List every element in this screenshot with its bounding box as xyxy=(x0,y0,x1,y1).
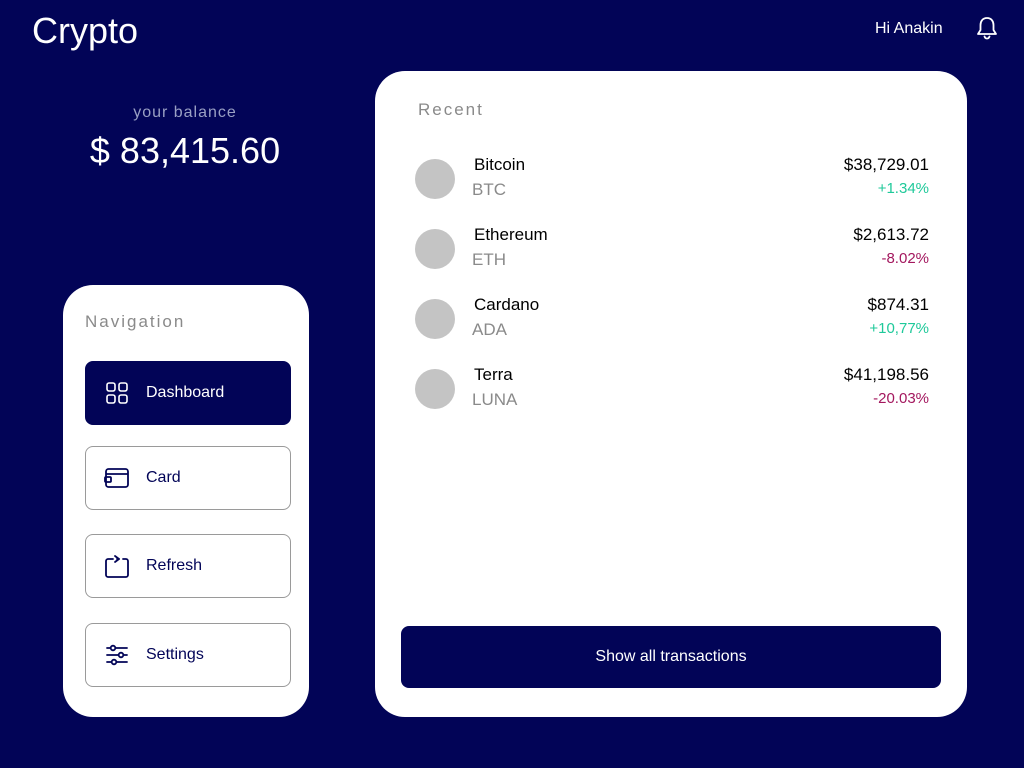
coin-price: $874.31 xyxy=(867,295,929,314)
coin-row-ethereum[interactable]: Ethereum ETH $2,613.72 -8.02% xyxy=(415,225,929,277)
bell-icon[interactable] xyxy=(974,15,1000,41)
navigation-panel: Navigation Dashboard Card Refresh Settin… xyxy=(63,285,309,717)
coin-change: -8.02% xyxy=(881,250,929,267)
nav-card-button[interactable]: Card xyxy=(85,446,291,510)
wallet-card-icon xyxy=(104,465,130,491)
coin-row-cardano[interactable]: Cardano ADA $874.31 +10,77% xyxy=(415,295,929,347)
coin-symbol: BTC xyxy=(472,180,506,199)
coin-change: +10,77% xyxy=(869,320,929,337)
show-all-transactions-button[interactable]: Show all transactions xyxy=(401,626,941,688)
coin-price: $38,729.01 xyxy=(843,155,929,174)
refresh-icon xyxy=(104,553,130,579)
navigation-title: Navigation xyxy=(85,312,186,331)
nav-settings-button[interactable]: Settings xyxy=(85,623,291,687)
coin-name: Bitcoin xyxy=(474,155,526,174)
coin-symbol: ETH xyxy=(472,250,506,269)
app-title: Crypto xyxy=(32,10,139,51)
coin-avatar xyxy=(415,299,455,339)
sliders-icon xyxy=(104,642,130,668)
nav-dashboard-button[interactable]: Dashboard xyxy=(85,361,291,425)
balance-label: your balance xyxy=(133,104,237,121)
coin-price: $41,198.56 xyxy=(843,365,929,384)
coin-name: Cardano xyxy=(474,295,540,314)
coin-avatar xyxy=(415,159,455,199)
recent-panel: Recent Bitcoin BTC $38,729.01 +1.34% Eth… xyxy=(375,71,967,717)
coin-change: -20.03% xyxy=(873,390,929,407)
nav-dashboard-label: Dashboard xyxy=(146,384,225,401)
coin-symbol: ADA xyxy=(472,320,507,339)
coin-row-terra[interactable]: Terra LUNA $41,198.56 -20.03% xyxy=(415,365,929,417)
balance-value: $ 83,415.60 xyxy=(89,130,281,171)
nav-refresh-label: Refresh xyxy=(146,557,203,574)
coin-name: Ethereum xyxy=(474,225,548,244)
coin-avatar xyxy=(415,369,455,409)
nav-card-label: Card xyxy=(146,469,181,486)
coin-symbol: LUNA xyxy=(472,390,518,409)
nav-refresh-button[interactable]: Refresh xyxy=(85,534,291,598)
coin-avatar xyxy=(415,229,455,269)
recent-title: Recent xyxy=(418,100,484,119)
user-greeting: Hi Anakin xyxy=(875,20,943,37)
dashboard-grid-icon xyxy=(104,380,130,406)
coin-price: $2,613.72 xyxy=(853,225,929,244)
coin-change: +1.34% xyxy=(877,180,929,197)
coin-name: Terra xyxy=(474,365,513,384)
coin-row-bitcoin[interactable]: Bitcoin BTC $38,729.01 +1.34% xyxy=(415,155,929,207)
nav-settings-label: Settings xyxy=(146,646,204,663)
